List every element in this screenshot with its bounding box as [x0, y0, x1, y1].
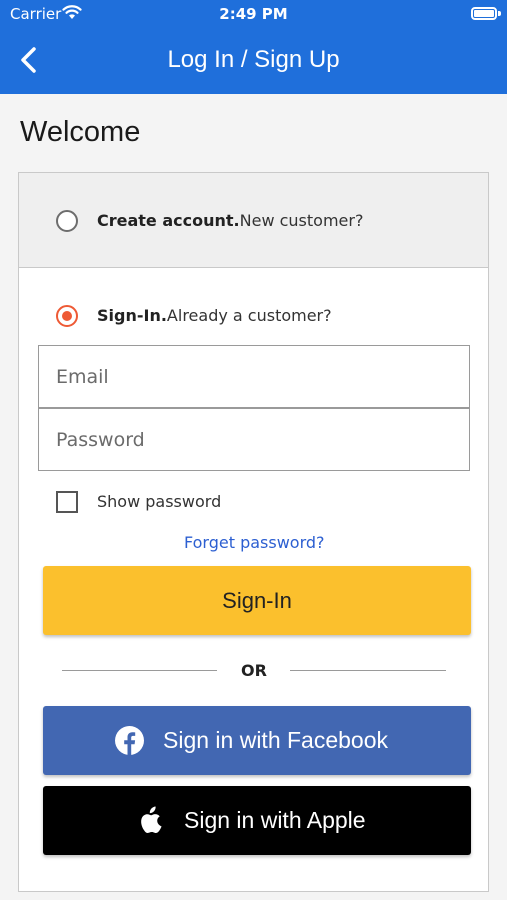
create-account-label: Create account.New customer? — [97, 211, 363, 230]
status-time: 2:49 PM — [219, 5, 288, 23]
apple-icon — [141, 806, 162, 834]
apple-button-label: Sign in with Apple — [184, 807, 366, 833]
password-field[interactable] — [38, 408, 470, 471]
facebook-button-label: Sign in with Facebook — [163, 727, 389, 753]
sign-in-option-label[interactable]: Sign-In.Already a customer? — [97, 306, 332, 325]
battery-icon — [471, 7, 497, 20]
divider-right — [290, 670, 446, 671]
show-password-checkbox[interactable] — [56, 491, 78, 513]
sign-in-radio[interactable] — [56, 305, 78, 327]
sign-in-button[interactable]: Sign-In — [43, 566, 471, 635]
or-label: OR — [241, 661, 267, 680]
create-account-bold: Create account. — [97, 211, 240, 230]
sign-in-button-label: Sign-In — [222, 587, 292, 613]
status-bar: Carrier 2:49 PM — [0, 0, 507, 28]
create-account-option[interactable]: Create account.New customer? — [19, 173, 488, 268]
facebook-icon — [115, 726, 144, 755]
create-account-radio[interactable] — [56, 210, 78, 232]
sign-in-text: Already a customer? — [166, 306, 332, 325]
battery-tip — [498, 11, 501, 16]
apple-sign-in-button[interactable]: Sign in with Apple — [43, 786, 471, 855]
navigation-bar: Carrier 2:49 PM Log In / Sign Up — [0, 0, 507, 94]
page-title: Log In / Sign Up — [167, 46, 340, 73]
forgot-password-link[interactable]: Forget password? — [184, 533, 325, 552]
welcome-heading: Welcome — [20, 116, 141, 148]
facebook-sign-in-button[interactable]: Sign in with Facebook — [43, 706, 471, 775]
login-card: Create account.New customer? Sign-In.Alr… — [18, 172, 489, 892]
email-field[interactable] — [38, 345, 470, 408]
show-password-label: Show password — [97, 492, 222, 511]
divider-left — [62, 670, 217, 671]
sign-in-bold: Sign-In. — [97, 306, 167, 325]
create-account-text: New customer? — [239, 211, 364, 230]
